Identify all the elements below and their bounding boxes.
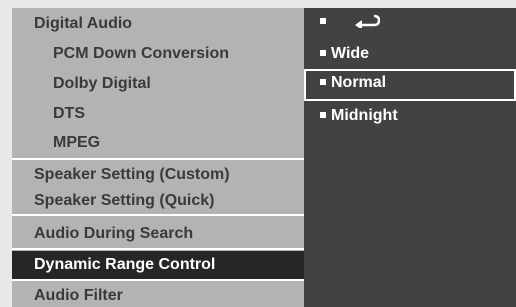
bullet-icon — [320, 111, 326, 118]
option-label: Normal — [331, 74, 387, 91]
menu-item-dts[interactable]: DTS — [12, 104, 304, 124]
options-panel: Wide Normal Midnight — [304, 8, 516, 307]
menu-item-digital-audio[interactable]: Digital Audio — [12, 14, 304, 34]
menu-panel: Digital Audio PCM Down Conversion Dolby … — [12, 8, 304, 307]
bullet-icon — [320, 49, 326, 56]
bullet-icon — [320, 78, 326, 85]
menu-item-dolby-digital[interactable]: Dolby Digital — [12, 74, 304, 94]
menu-item-audio-filter[interactable]: Audio Filter — [12, 286, 304, 306]
menu-item-speaker-setting-quick[interactable]: Speaker Setting (Quick) — [12, 191, 304, 211]
menu-divider — [12, 214, 304, 216]
menu-item-dynamic-range-control[interactable]: Dynamic Range Control — [12, 251, 304, 279]
menu-divider — [12, 279, 304, 281]
option-label: Midnight — [331, 107, 398, 124]
menu-item-audio-during-search[interactable]: Audio During Search — [12, 224, 304, 244]
bullet-icon — [320, 17, 326, 24]
menu-item-pcm-down-conversion[interactable]: PCM Down Conversion — [12, 44, 304, 64]
return-arrow-icon — [355, 14, 380, 28]
return-option[interactable] — [304, 8, 516, 36]
menu-item-speaker-setting-custom[interactable]: Speaker Setting (Custom) — [12, 165, 304, 185]
menu-item-mpeg[interactable]: MPEG — [12, 133, 304, 153]
menu-divider — [12, 248, 304, 250]
option-label: Wide — [331, 45, 370, 62]
option-wide[interactable]: Wide — [304, 40, 516, 68]
settings-menu: Digital Audio PCM Down Conversion Dolby … — [12, 8, 516, 307]
menu-divider — [12, 158, 304, 160]
option-normal[interactable]: Normal — [304, 69, 516, 101]
option-midnight[interactable]: Midnight — [304, 102, 516, 130]
